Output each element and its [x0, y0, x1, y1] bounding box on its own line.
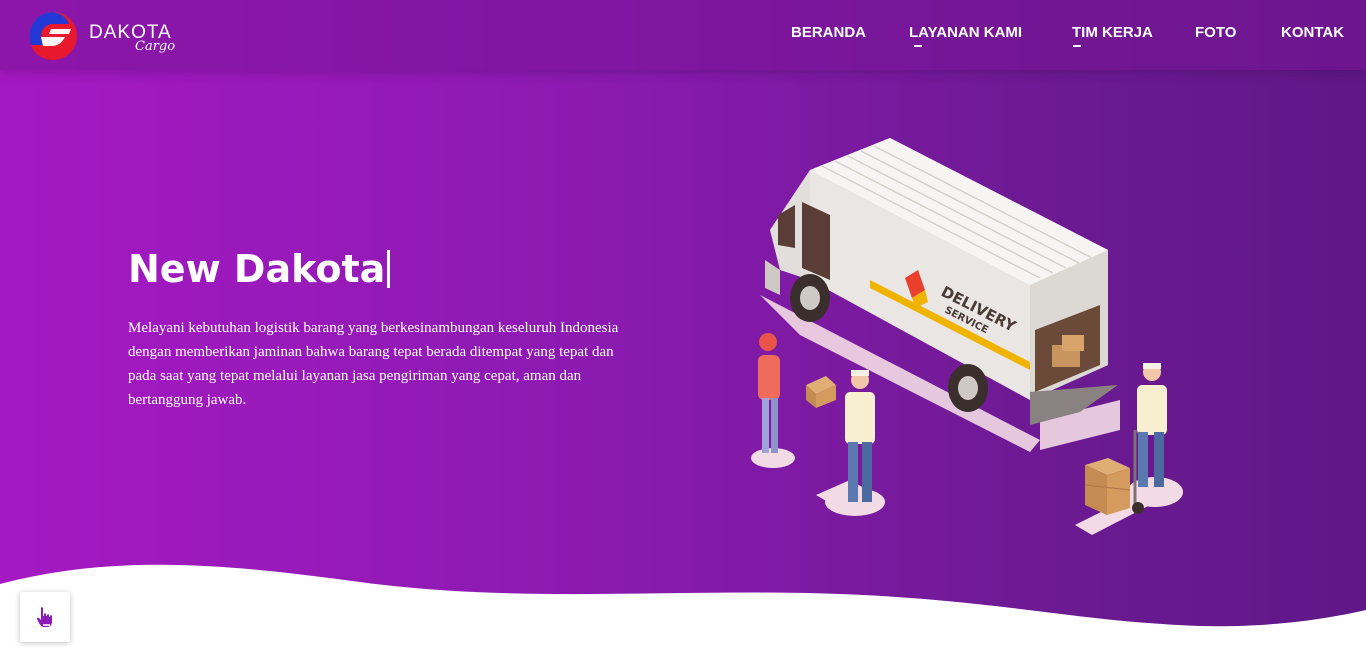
nav-item-beranda[interactable]: BERANDA	[791, 24, 866, 41]
nav-item-label: FOTO	[1195, 24, 1237, 41]
hero-description: Melayani kebutuhan logistik barang yang …	[128, 320, 619, 408]
navbar: DAKOTA Cargo BERANDA LAYANAN KAMI TIM KE…	[0, 0, 1366, 70]
dakota-logo-icon	[29, 12, 77, 60]
nav-item-kontak[interactable]: KONTAK	[1281, 24, 1344, 41]
typing-caret	[387, 250, 391, 288]
pointer-hand-icon	[36, 607, 52, 627]
floating-pointer-button[interactable]	[20, 592, 70, 642]
brand-subtitle: Cargo	[135, 39, 176, 54]
wave-divider	[0, 564, 1366, 662]
nav-item-label: KONTAK	[1281, 24, 1345, 41]
nav-item-layanan-kami[interactable]: LAYANAN KAMI	[909, 24, 1023, 47]
nav-item-label: BERANDA	[791, 24, 866, 41]
nav-item-tim-kerja[interactable]: TIM KERJA	[1072, 24, 1153, 47]
active-indicator	[1073, 45, 1081, 47]
hero-section: DAKOTA Cargo BERANDA LAYANAN KAMI TIM KE…	[0, 0, 1366, 662]
nav-item-foto[interactable]: FOTO	[1195, 24, 1236, 41]
brand-link[interactable]: DAKOTA Cargo	[25, 9, 195, 61]
hero-title-text: New Dakota	[128, 247, 386, 291]
active-indicator	[914, 45, 922, 47]
hero-title: New Dakota	[128, 247, 391, 291]
nav-item-label: LAYANAN KAMI	[909, 24, 1023, 41]
nav-item-label: TIM KERJA	[1072, 24, 1153, 41]
delivery-truck-illustration: DELIVERY SERVICE	[751, 138, 1183, 535]
